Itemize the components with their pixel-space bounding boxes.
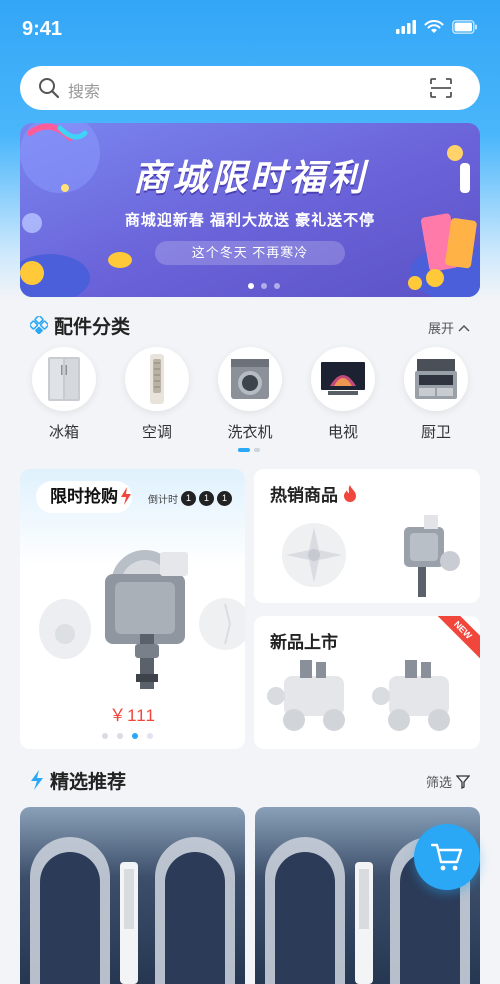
category-label: 厨卫 <box>420 424 451 441</box>
category-label: 电视 <box>327 424 358 441</box>
category-section-title: 配件分类 <box>54 316 131 338</box>
product-image-recommend <box>30 837 235 984</box>
lightning-icon <box>121 487 131 505</box>
category-item-kitchen[interactable]: 厨卫 <box>402 347 470 442</box>
new-badge: NEW <box>432 616 480 661</box>
scan-icon[interactable] <box>430 78 452 98</box>
category-dot <box>254 448 260 452</box>
search-icon <box>39 78 60 99</box>
cart-button[interactable] <box>414 824 480 890</box>
category-list: 冰箱 空调 洗衣机 电视 厨卫 <box>30 347 470 442</box>
flash-dot <box>102 733 108 739</box>
flash-dot <box>147 733 153 739</box>
category-label: 洗衣机 <box>227 424 273 441</box>
tv-icon <box>311 347 375 411</box>
flash-sale-price: ￥111 <box>109 706 156 725</box>
category-label: 冰箱 <box>48 424 79 441</box>
flash-sale-card[interactable]: 限时抢购 倒计时 1 1 1 ￥111 <box>20 469 245 749</box>
cart-icon <box>431 843 463 871</box>
product-image-valve <box>267 660 450 731</box>
banner-pill: 这个冬天 不再寒冷 <box>155 241 345 265</box>
banner-dot <box>261 283 267 289</box>
new-products-title: 新品上市 <box>270 633 338 652</box>
countdown-hours: 1 <box>181 491 196 506</box>
countdown-seconds: 1 <box>217 491 232 506</box>
filter-label: 筛选 <box>425 775 452 790</box>
category-item-tv[interactable]: 电视 <box>309 347 377 442</box>
search-placeholder: 搜索 <box>68 84 101 101</box>
filter-button[interactable]: 筛选 <box>426 772 470 791</box>
flash-dot <box>117 733 123 739</box>
wifi-icon <box>424 20 444 33</box>
hot-products-header: 热销商品 <box>270 481 358 506</box>
expand-button[interactable]: 展开 <box>428 318 470 337</box>
kitchen-icon <box>404 347 468 411</box>
status-time: 9:41 <box>22 18 63 40</box>
fridge-icon <box>32 347 96 411</box>
recommend-card[interactable] <box>20 807 245 984</box>
flash-sale-tag: 限时抢购 <box>36 481 132 513</box>
category-section-header: 配件分类 <box>30 310 130 340</box>
filter-icon <box>456 774 470 789</box>
category-pagination <box>238 448 260 452</box>
promo-banner[interactable]: 商城限时福利 商城迎新春 福利大放送 豪礼送不停 这个冬天 不再寒冷 <box>20 123 480 297</box>
recommend-section-header: 精选推荐 <box>30 765 126 795</box>
banner-pagination <box>248 283 280 289</box>
banner-dot <box>248 283 254 289</box>
status-bar: 9:41 <box>0 0 500 60</box>
recommend-section-title: 精选推荐 <box>50 771 127 793</box>
flash-sale-title: 限时抢购 <box>50 487 118 506</box>
chevron-up-icon <box>458 324 470 332</box>
category-dot-active <box>238 448 250 452</box>
hot-products-title: 热销商品 <box>270 486 338 505</box>
banner-dot <box>274 283 280 289</box>
category-item-fridge[interactable]: 冰箱 <box>30 347 98 442</box>
washing-machine-icon <box>218 347 282 411</box>
signal-icon <box>396 20 416 34</box>
expand-label: 展开 <box>427 321 454 336</box>
search-bar[interactable]: 搜索 <box>20 66 480 110</box>
banner-title: 商城限时福利 <box>132 157 367 198</box>
flash-sale-pagination <box>102 733 153 739</box>
battery-icon <box>452 20 477 34</box>
category-item-air-conditioner[interactable]: 空调 <box>123 347 191 442</box>
flash-dot-active <box>132 733 138 739</box>
countdown-label: 倒计时 <box>148 495 178 506</box>
new-products-header: 新品上市 <box>270 628 338 653</box>
status-icons <box>396 20 478 34</box>
banner-subtitle: 商城迎新春 福利大放送 豪礼送不停 <box>124 212 376 229</box>
product-image-motor <box>39 550 245 689</box>
fire-icon <box>344 484 356 502</box>
air-conditioner-icon <box>125 347 189 411</box>
category-item-washing-machine[interactable]: 洗衣机 <box>216 347 284 442</box>
category-icon <box>30 316 48 334</box>
product-image-impeller <box>282 515 460 597</box>
countdown: 倒计时 1 1 1 <box>148 491 232 506</box>
new-badge-label: NEW <box>452 619 474 641</box>
new-products-card[interactable]: 新品上市 NEW <box>254 616 480 749</box>
category-label: 空调 <box>141 424 172 441</box>
hot-products-card[interactable]: 热销商品 <box>254 469 480 603</box>
lightning-icon <box>31 770 43 790</box>
countdown-minutes: 1 <box>199 491 214 506</box>
